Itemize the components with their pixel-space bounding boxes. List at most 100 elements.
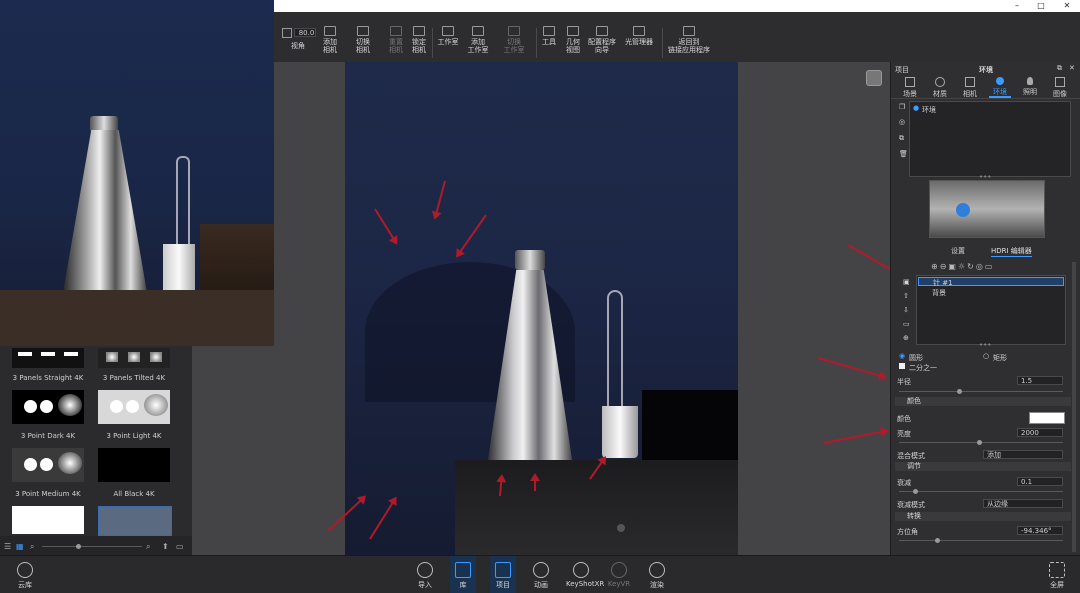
library-thumb[interactable] bbox=[12, 506, 84, 534]
panel-popout-icon[interactable]: ⧉ bbox=[1057, 64, 1062, 73]
light-pin-icon[interactable]: ◎ bbox=[976, 262, 985, 271]
add-image-icon[interactable]: ▣ bbox=[948, 262, 958, 271]
environment-list-item[interactable]: ● 环境 bbox=[912, 104, 1068, 114]
reset-camera-button[interactable]: 重置 相机 bbox=[384, 12, 408, 62]
hdri-pin-marker[interactable] bbox=[956, 203, 970, 217]
rotate-icon[interactable]: ↻ bbox=[967, 262, 976, 271]
pin-up-icon[interactable]: ⇧ bbox=[903, 292, 909, 300]
azimuth-slider[interactable] bbox=[899, 540, 1063, 541]
tab-scene[interactable]: 场景 bbox=[899, 75, 921, 99]
radius-slider-knob[interactable] bbox=[957, 389, 962, 394]
pin-target-icon[interactable]: ⊕ bbox=[903, 334, 909, 342]
pin-folder-icon[interactable]: ▭ bbox=[903, 320, 910, 328]
azimuth-input[interactable]: -94.346° bbox=[1017, 526, 1063, 535]
falloff-slider-knob[interactable] bbox=[913, 489, 918, 494]
pin-list-item[interactable]: 背景 bbox=[918, 288, 1064, 297]
add-camera-button[interactable]: 添加 相机 bbox=[318, 12, 342, 62]
color-section-header[interactable]: 颜色 bbox=[895, 397, 1071, 406]
falloff-slider[interactable] bbox=[899, 491, 1063, 492]
library-thumb[interactable] bbox=[98, 506, 172, 536]
geometry-view-button[interactable]: 几何 视图 bbox=[562, 12, 584, 62]
library-thumb[interactable] bbox=[98, 448, 170, 482]
falloff-input[interactable]: 0.1 bbox=[1017, 477, 1063, 486]
delete-env-icon[interactable]: 🗑 bbox=[899, 150, 908, 158]
subtab-hdri-editor[interactable]: HDRI 编辑器 bbox=[991, 246, 1032, 257]
radio-circle[interactable]: ◉ bbox=[899, 352, 905, 360]
list-view-icon[interactable]: ☰ bbox=[4, 542, 11, 551]
duplicate-env-icon[interactable]: ❐ bbox=[899, 103, 905, 111]
panel-scrollbar[interactable] bbox=[1072, 262, 1076, 552]
radius-slider[interactable] bbox=[899, 391, 1063, 392]
switch-camera-button[interactable]: 切换 相机 bbox=[348, 12, 378, 62]
grid-view-icon[interactable]: ▦ bbox=[16, 542, 24, 551]
reference-image bbox=[0, 0, 274, 346]
radius-input[interactable]: 1.5 bbox=[1017, 376, 1063, 385]
render-region-icon[interactable] bbox=[866, 70, 882, 86]
tab-environment[interactable]: 环境 bbox=[989, 75, 1011, 98]
half-checkbox[interactable] bbox=[899, 363, 905, 369]
tab-material[interactable]: 材质 bbox=[929, 75, 951, 99]
upload-icon[interactable]: ⬆ bbox=[162, 542, 169, 551]
configurator-wizard-button[interactable]: 配置程序 向导 bbox=[586, 12, 618, 62]
subtab-settings[interactable]: 设置 bbox=[951, 246, 965, 256]
preview-speaker-top bbox=[90, 116, 118, 132]
tab-lighting[interactable]: 照明 bbox=[1019, 75, 1041, 97]
keyshotxr-button[interactable]: KeyShotXR bbox=[566, 556, 604, 593]
tab-image[interactable]: 图像 bbox=[1049, 75, 1071, 99]
radio-rect[interactable]: ○ bbox=[983, 352, 989, 360]
tools-button[interactable]: 工具 bbox=[538, 12, 560, 62]
folder-icon[interactable]: ▭ bbox=[176, 542, 184, 551]
render-button[interactable]: 渲染 bbox=[644, 556, 670, 593]
light-manager-button[interactable]: 光管理器 bbox=[622, 12, 656, 62]
minimize-button[interactable]: – bbox=[1008, 0, 1026, 12]
color-swatch[interactable] bbox=[1029, 412, 1065, 424]
library-button[interactable]: 库 bbox=[450, 556, 476, 593]
car-pin-icon[interactable]: ▭ bbox=[985, 262, 995, 271]
slider-knob[interactable] bbox=[76, 544, 81, 549]
pin-list-item-selected[interactable]: 针 #1 bbox=[918, 277, 1064, 287]
add-pin-icon[interactable]: ⊕ bbox=[931, 262, 940, 271]
zoom-out-icon[interactable]: ⌕ bbox=[30, 542, 34, 552]
close-button[interactable]: ✕ bbox=[1058, 0, 1076, 12]
brightness-slider-knob[interactable] bbox=[977, 440, 982, 445]
add-env-icon[interactable]: ◎ bbox=[899, 118, 905, 126]
back-to-app-button[interactable]: 返回到 链接应用程序 bbox=[664, 12, 714, 62]
sun-pin-icon[interactable]: ☼ bbox=[958, 262, 967, 271]
library-thumb[interactable] bbox=[12, 448, 84, 482]
add-camera-icon bbox=[324, 26, 336, 36]
transform-section-header[interactable]: 转换 bbox=[895, 512, 1071, 521]
fullscreen-button[interactable]: 全屏 bbox=[1044, 556, 1070, 593]
azimuth-slider-knob[interactable] bbox=[935, 538, 940, 543]
library-thumb[interactable] bbox=[98, 348, 170, 368]
library-thumb[interactable] bbox=[12, 390, 84, 424]
fov-input[interactable]: 80.0 bbox=[294, 28, 316, 37]
brightness-input[interactable]: 2000 bbox=[1017, 428, 1063, 437]
thumbnail-size-slider[interactable] bbox=[42, 546, 142, 547]
keyvr-button[interactable]: KeyVR bbox=[606, 556, 632, 593]
falloff-mode-select[interactable]: 从边缘 bbox=[983, 499, 1063, 508]
hdri-preview[interactable] bbox=[929, 180, 1045, 238]
copy-env-icon[interactable]: ⧉ bbox=[899, 134, 904, 143]
studio-button[interactable]: 工作室 bbox=[434, 12, 462, 62]
lock-camera-button[interactable]: 锁定 相机 bbox=[408, 12, 430, 62]
panel-close-icon[interactable]: ✕ bbox=[1069, 64, 1075, 72]
library-thumb[interactable] bbox=[12, 348, 84, 368]
blend-select[interactable]: 添加 bbox=[983, 450, 1063, 459]
zoom-in-icon[interactable]: ⌕ bbox=[146, 542, 150, 552]
pin-toolbar: ⊕⊖▣☼↻◎▭ bbox=[931, 262, 1041, 272]
library-thumb[interactable] bbox=[98, 390, 170, 424]
switch-studio-button[interactable]: 切换 工作室 bbox=[498, 12, 530, 62]
maximize-button[interactable]: □ bbox=[1032, 0, 1050, 12]
fov-control[interactable]: 80.0 视角 bbox=[278, 12, 318, 62]
splitter-dots[interactable]: ••• bbox=[979, 341, 991, 349]
tab-camera[interactable]: 相机 bbox=[959, 75, 981, 99]
add-camera-label-1: 添加 bbox=[323, 38, 337, 46]
cloud-library-button[interactable]: 云库 bbox=[12, 556, 38, 593]
project-button[interactable]: 项目 bbox=[490, 556, 516, 593]
adjust-section-header[interactable]: 调节 bbox=[895, 462, 1071, 471]
pin-add-icon[interactable]: ▣ bbox=[903, 278, 910, 286]
pin-down-icon[interactable]: ⇩ bbox=[903, 306, 909, 314]
add-studio-button[interactable]: 添加 工作室 bbox=[464, 12, 492, 62]
animation-button[interactable]: 动画 bbox=[528, 556, 554, 593]
import-button[interactable]: 导入 bbox=[412, 556, 438, 593]
